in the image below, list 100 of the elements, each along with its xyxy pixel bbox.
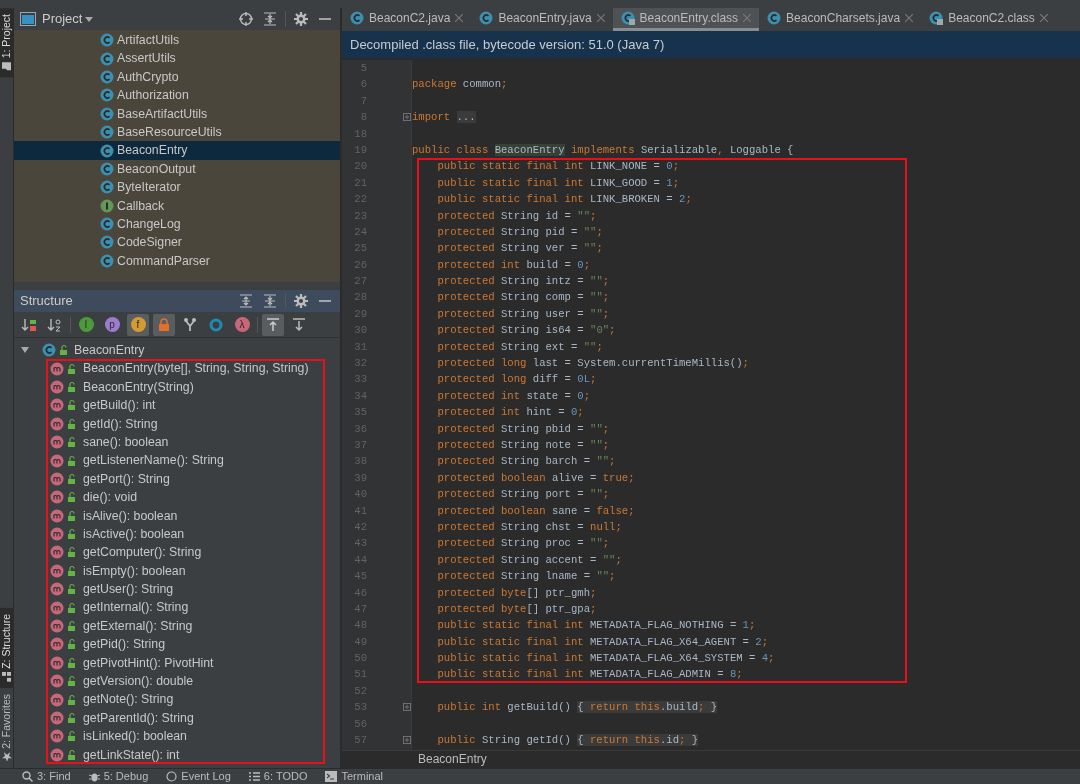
class-icon: [42, 343, 56, 358]
close-icon[interactable]: [596, 14, 605, 22]
tree-item[interactable]: getPid(): String: [46, 635, 325, 654]
tree-item[interactable]: getParentId(): String: [46, 708, 325, 728]
editor-tab[interactable]: BeaconEntry.class: [612, 8, 760, 31]
code-line: protected String intz = "";: [417, 273, 907, 290]
tool-window-tab[interactable]: 2: Favorites: [0, 688, 14, 768]
locate-icon[interactable]: [239, 12, 253, 26]
star-icon: [2, 752, 12, 762]
toolbar-toggle[interactable]: [262, 313, 284, 336]
method-icon: [50, 379, 64, 394]
close-icon[interactable]: [1039, 14, 1048, 22]
tree-item[interactable]: getId(): String: [46, 414, 325, 433]
settings-icon[interactable]: [294, 12, 308, 26]
tool-window-tab[interactable]: Z: Structure: [0, 608, 14, 689]
class-icon: [100, 161, 114, 176]
fold-icon[interactable]: [403, 736, 411, 744]
tree-item[interactable]: getExternal(): String: [46, 616, 325, 636]
breadcrumb[interactable]: BeaconEntry: [418, 752, 487, 766]
method-icon: [50, 692, 64, 707]
code-line: public int getBuild() { return this.build; }: [436, 700, 718, 716]
open-lock-icon: [67, 730, 77, 743]
tree-item[interactable]: getListenerName(): String: [46, 451, 325, 470]
class-icon: [100, 106, 114, 121]
code-line: protected int hint = 0;: [417, 404, 907, 421]
tree-item[interactable]: isEmpty(): boolean: [46, 561, 325, 581]
editor-tab[interactable]: BeaconC2.class: [921, 8, 1056, 31]
tree-item[interactable]: CommandParser: [14, 251, 340, 271]
settings-icon[interactable]: [294, 294, 308, 308]
close-icon[interactable]: [905, 14, 914, 22]
editor-tab[interactable]: BeaconCharsets.java: [759, 8, 922, 31]
fold-icon[interactable]: [403, 113, 411, 122]
tree-item[interactable]: die(): void: [46, 488, 325, 507]
folder-icon: [2, 61, 12, 72]
expand-all-icon[interactable]: [239, 294, 253, 308]
tool-window-button[interactable]: Terminal: [325, 768, 384, 784]
code-line: public static final int LINK_GOOD = 1;: [417, 174, 907, 192]
tree-item[interactable]: BeaconOutput: [14, 159, 340, 179]
open-lock-icon: [67, 472, 77, 485]
tree-item[interactable]: isActive(): boolean: [46, 524, 325, 544]
tree-item[interactable]: getInternal(): String: [46, 598, 325, 617]
view-dropdown[interactable]: Project: [42, 9, 94, 29]
open-lock-icon: [67, 712, 77, 724]
fork-icon: [184, 317, 196, 332]
tree-item[interactable]: getUser(): String: [46, 580, 325, 599]
tree-item[interactable]: CodeSigner: [14, 233, 340, 252]
method-icon: [50, 453, 64, 468]
tree-item[interactable]: getPivotHint(): PivotHint: [46, 653, 325, 673]
tree-item[interactable]: ArtifactUtils: [14, 31, 340, 50]
tree-item[interactable]: getNote(): String: [46, 690, 325, 709]
code-line: package common;: [412, 77, 508, 93]
editor-tab[interactable]: BeaconEntry.java: [471, 8, 613, 31]
tree-item[interactable]: BaseArtifactUtils: [14, 104, 340, 123]
code-line: public String getId() { return this.id; }: [436, 733, 699, 749]
tool-window-button[interactable]: 3: Find: [22, 768, 71, 784]
tree-item[interactable]: getLinkState(): int: [46, 745, 325, 764]
tool-window-button[interactable]: 6: TODO: [248, 768, 308, 784]
method-icon: [50, 619, 64, 634]
tool-window-button[interactable]: 5: Debug: [88, 768, 149, 784]
tree-item[interactable]: getComputer(): String: [46, 543, 325, 562]
code-line: public static final int METADATA_FLAG_X64_AGENT = 2;: [417, 633, 907, 651]
tree-item[interactable]: ChangeLog: [14, 214, 340, 234]
tree-item[interactable]: BeaconEntry(String): [46, 377, 325, 397]
collapse-all-icon[interactable]: [263, 12, 277, 26]
method-icon: [50, 490, 64, 505]
code-line: protected String id = "";: [417, 207, 907, 224]
tool-window-button[interactable]: Event Log: [166, 768, 231, 784]
code-line: protected String accent = "";: [417, 551, 907, 569]
tree-item[interactable]: isAlive(): boolean: [46, 506, 325, 525]
tree-item[interactable]: isLinked(): boolean: [46, 727, 325, 746]
method-icon: [50, 435, 64, 450]
open-lock-icon: [67, 399, 77, 412]
method-icon: [50, 508, 64, 523]
tree-item[interactable]: Authorization: [14, 86, 340, 105]
method-icon: [50, 582, 64, 597]
open-lock-icon: [67, 546, 77, 559]
close-icon[interactable]: [455, 14, 464, 22]
class-icon: [100, 69, 114, 84]
tree-item[interactable]: Callback: [14, 196, 340, 215]
tree-item[interactable]: AuthCrypto: [14, 67, 340, 87]
log-icon: [166, 771, 178, 782]
open-lock-icon: [67, 601, 77, 614]
tool-window-tab[interactable]: 1: Project: [0, 8, 14, 78]
class-icon: [100, 143, 114, 158]
toolbar-toggle[interactable]: [153, 313, 175, 336]
tree-item[interactable]: BeaconEntry: [14, 341, 340, 360]
tree-item[interactable]: ByteIterator: [14, 178, 340, 197]
tree-item[interactable]: getVersion(): double: [46, 672, 325, 691]
tree-item[interactable]: getPort(): String: [46, 469, 325, 489]
tree-item[interactable]: getBuild(): int: [46, 396, 325, 415]
editor-tab[interactable]: BeaconC2.java: [342, 8, 472, 31]
collapse-all-icon[interactable]: [263, 294, 277, 308]
tree-item[interactable]: sane(): boolean: [46, 432, 325, 452]
code-line: protected String ver = "";: [417, 240, 907, 257]
tree-item[interactable]: BaseResourceUtils: [14, 122, 340, 142]
tree-item[interactable]: BeaconEntry(byte[], String, String, String): [46, 359, 325, 378]
fold-icon[interactable]: [403, 703, 411, 712]
tree-item[interactable]: AssertUtils: [14, 49, 340, 68]
method-icon: [50, 729, 64, 744]
tree-item[interactable]: BeaconEntry: [14, 141, 340, 160]
